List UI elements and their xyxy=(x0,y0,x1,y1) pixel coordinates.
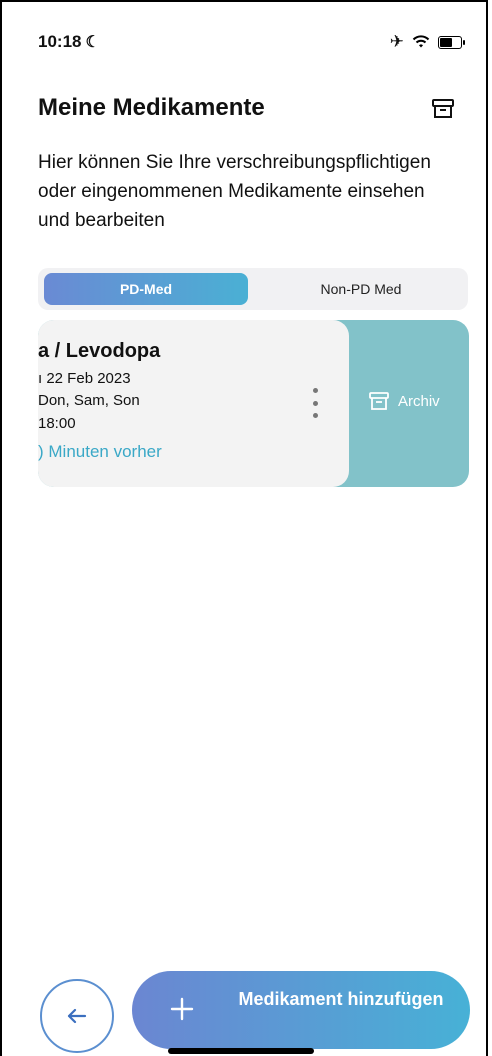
medication-card[interactable]: a / Levodopa ı 22 Feb 2023 Don, Sam, Son… xyxy=(38,320,349,487)
add-medication-button[interactable]: Medikament hinzufügen xyxy=(132,971,470,1049)
airplane-icon: ✈ xyxy=(389,32,404,51)
medication-reminder: ) Minuten vorher xyxy=(38,442,162,461)
archive-icon[interactable] xyxy=(430,96,456,122)
medication-type-tabs: PD-Med Non-PD Med xyxy=(38,268,468,310)
medication-name: a / Levodopa xyxy=(38,340,161,362)
wifi-icon xyxy=(412,35,430,48)
battery-icon xyxy=(438,35,465,49)
back-button[interactable] xyxy=(40,979,114,1053)
medication-list-item: Archiv a / Levodopa ı 22 Feb 2023 Don, S… xyxy=(38,320,469,487)
status-time-text: 10:18 xyxy=(38,32,82,51)
status-icons: ✈ xyxy=(389,32,465,52)
tab-pd-med[interactable]: PD-Med xyxy=(44,273,248,305)
archive-action-label: Archiv xyxy=(398,392,440,410)
moon-icon: ☾ xyxy=(85,34,100,51)
plus-icon xyxy=(170,997,194,1021)
add-medication-label: Medikament hinzufügen xyxy=(238,989,444,1009)
more-options-icon[interactable] xyxy=(308,388,322,418)
arrow-left-icon xyxy=(67,1008,87,1024)
status-bar: 10:18 ☾ ✈ xyxy=(2,2,486,62)
status-time: 10:18 ☾ xyxy=(38,32,100,52)
tab-non-pd-med[interactable]: Non-PD Med xyxy=(260,273,462,305)
medication-start-date: ı 22 Feb 2023 xyxy=(38,370,131,387)
medication-days: Don, Sam, Son xyxy=(38,392,140,409)
archive-icon xyxy=(369,392,389,410)
page-title: Meine Medikamente xyxy=(38,94,265,121)
page-description: Hier können Sie Ihre verschreibungspflic… xyxy=(38,152,431,231)
app-screen: 10:18 ☾ ✈ Meine Medikamente Hier können S… xyxy=(0,0,488,1056)
medication-time: 18:00 xyxy=(38,415,76,432)
home-indicator xyxy=(168,1048,314,1054)
